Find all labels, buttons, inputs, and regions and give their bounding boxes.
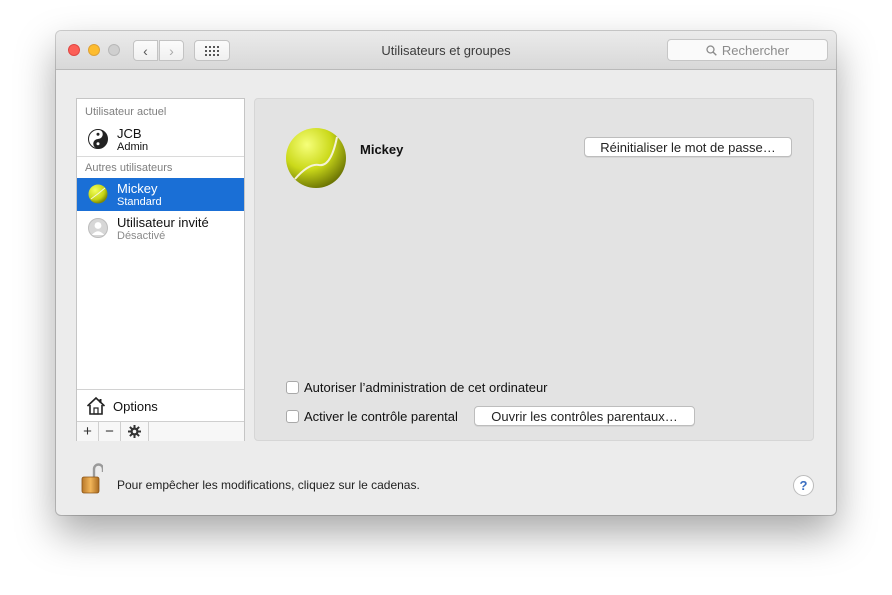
lock-icon[interactable] [81,463,103,495]
reset-password-button[interactable]: Réinitialiser le mot de passe… [584,137,792,157]
house-icon [86,396,106,415]
lock-message: Pour empêcher les modifications, cliquez… [117,478,420,492]
add-user-button[interactable]: + [77,422,99,441]
question-icon: ? [799,478,808,493]
divider [77,156,244,157]
title-bar: ‹ › Utilisateurs et groupes Rechercher [56,31,836,70]
allow-admin-label: Autoriser l’administration de cet ordina… [304,380,548,395]
parental-control-label: Activer le contrôle parental [304,409,458,424]
user-detail-panel: Mickey Réinitialiser le mot de passe… Au… [254,98,814,441]
action-menu-button[interactable] [121,422,149,441]
allow-admin-row: Autoriser l’administration de cet ordina… [286,380,548,395]
user-name: Utilisateur invité [117,215,209,230]
guest-user-icon [88,218,108,238]
options-label: Options [113,399,158,414]
user-role: Désactivé [117,230,166,242]
search-field[interactable]: Rechercher [667,39,828,61]
remove-user-button[interactable]: − [99,422,121,441]
user-item-mickey[interactable]: Mickey Standard [77,178,244,211]
open-parental-controls-button[interactable]: Ouvrir les contrôles parentaux… [474,406,695,426]
help-button[interactable]: ? [793,475,814,496]
current-user-header: Utilisateur actuel [85,106,167,118]
preferences-window: ‹ › Utilisateurs et groupes Rechercher U… [56,31,836,515]
plus-icon: + [83,423,92,440]
other-users-header: Autres utilisateurs [85,162,173,174]
search-placeholder: Rechercher [721,42,790,58]
search-icon [706,44,717,56]
selected-user-name: Mickey [360,142,404,157]
user-name: JCB [117,126,142,141]
users-sidebar: Utilisateur actuel JCB Admin Autres util… [76,98,245,441]
minus-icon: − [105,423,114,440]
parental-control-checkbox[interactable] [286,410,299,423]
login-options-item[interactable]: Options [77,389,244,422]
allow-admin-checkbox[interactable] [286,381,299,394]
user-role: Admin [117,141,149,153]
yin-yang-icon [88,129,108,149]
user-name: Mickey [117,181,158,196]
user-item-jcb[interactable]: JCB Admin [77,123,244,156]
parental-control-row: Activer le contrôle parental [286,409,458,424]
user-role: Standard [117,196,162,208]
sidebar-toolbar: + − [77,421,244,441]
tennis-ball-icon [88,184,108,204]
gear-icon [128,425,141,438]
user-item-guest[interactable]: Utilisateur invité Désactivé [77,212,244,245]
user-avatar[interactable] [285,127,347,189]
